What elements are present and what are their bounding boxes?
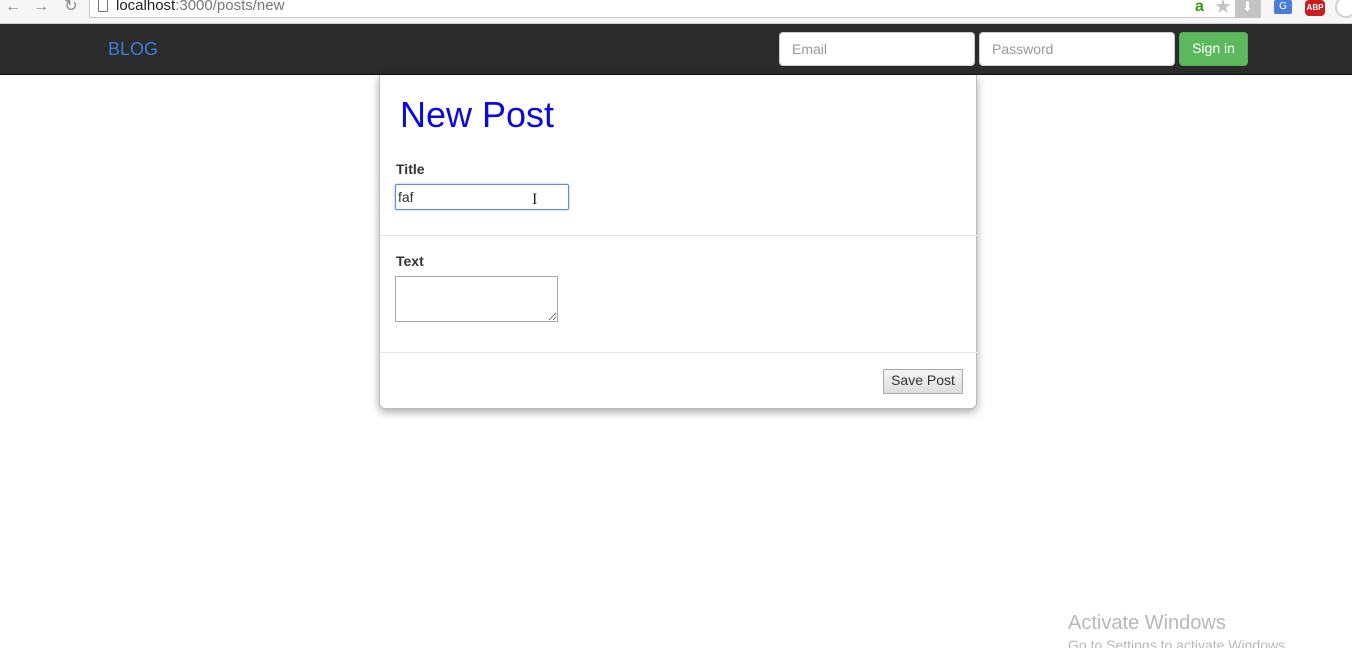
text-cursor-icon: I	[532, 191, 538, 208]
url-text: localhost:3000/posts/new	[116, 0, 284, 14]
password-field[interactable]	[979, 32, 1175, 66]
back-arrow-icon[interactable]: ←	[3, 0, 23, 16]
forward-arrow-icon[interactable]: →	[31, 0, 51, 16]
translate-extension-icon[interactable]: G	[1274, 0, 1292, 14]
activate-windows-subtitle: Go to Settings to activate Windows.	[1068, 637, 1289, 648]
url-path: :3000/posts/new	[175, 0, 285, 14]
amazon-extension-icon[interactable]: a	[1195, 0, 1204, 15]
title-label: Title	[396, 161, 425, 177]
divider	[380, 235, 978, 236]
top-navbar: BLOG Sign in	[0, 24, 1352, 75]
text-label: Text	[396, 253, 424, 269]
activate-windows-title: Activate Windows	[1068, 612, 1226, 634]
adblock-extension-icon[interactable]: ABP	[1305, 0, 1325, 16]
url-host: localhost	[116, 0, 176, 14]
save-post-button[interactable]: Save Post	[883, 369, 963, 394]
divider	[380, 352, 978, 353]
extension-circle-icon[interactable]	[1335, 0, 1352, 18]
reload-icon[interactable]: ↻	[61, 0, 81, 16]
email-field[interactable]	[779, 32, 975, 66]
new-post-card: New Post Title Text Save Post	[379, 75, 978, 409]
page-icon	[98, 0, 108, 12]
browser-toolbar: ← → ↻ localhost:3000/posts/new a ★ ⬇ G A…	[0, 0, 1352, 24]
address-bar[interactable]: localhost:3000/posts/new	[89, 0, 1261, 18]
page-title: New Post	[400, 94, 555, 135]
text-textarea[interactable]	[395, 276, 558, 322]
brand-link[interactable]: BLOG	[108, 39, 158, 59]
sign-in-button[interactable]: Sign in	[1179, 32, 1248, 66]
title-input[interactable]	[395, 184, 569, 210]
bookmark-star-icon[interactable]: ★	[1214, 0, 1232, 17]
download-extension-icon[interactable]: ⬇	[1235, 0, 1260, 18]
